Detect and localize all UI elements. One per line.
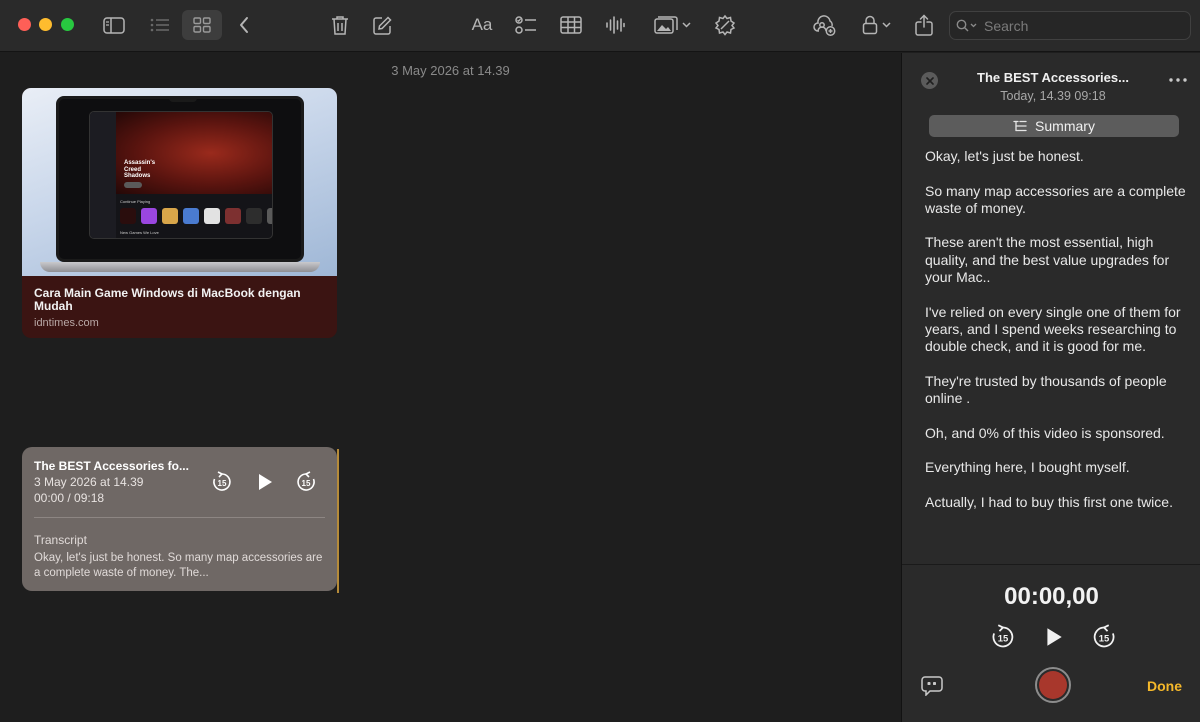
panel-skip-back-button[interactable]: 15: [989, 623, 1017, 651]
share-button[interactable]: [912, 10, 936, 40]
media-icon: [653, 16, 678, 34]
divider: [34, 517, 325, 518]
link-title: Cara Main Game Windows di MacBook dengan…: [34, 286, 301, 313]
recording-title: The BEST Accessories fo...: [34, 459, 189, 473]
new-note-button[interactable]: [370, 10, 394, 40]
checklist-button[interactable]: [513, 10, 539, 40]
back-icon: [240, 17, 248, 33]
recording-time: 00:00 / 09:18: [34, 491, 105, 505]
panel-subtitle: Today, 14.39 09:18: [1000, 89, 1106, 103]
audio-record-button[interactable]: [602, 10, 628, 40]
play-icon: [259, 474, 272, 490]
writing-tools-icon: [714, 14, 736, 36]
table-icon: [560, 16, 582, 34]
transcript-label: Transcript: [34, 533, 87, 547]
lock-icon: [862, 15, 877, 35]
checklist-icon: [515, 16, 536, 34]
svg-text:15: 15: [218, 479, 227, 488]
panel-play-button[interactable]: [1042, 625, 1066, 649]
more-options-button[interactable]: [1168, 73, 1188, 87]
audio-icon: [606, 16, 625, 34]
summary-icon: [1013, 120, 1027, 132]
search-field[interactable]: [949, 11, 1191, 40]
close-icon: [925, 76, 934, 85]
divider: [902, 564, 1200, 565]
list-view-icon: [150, 18, 169, 32]
skip-forward-button[interactable]: 15: [293, 469, 319, 495]
note-date-header: 3 May 2026 at 14.39: [391, 63, 510, 78]
skip-back-button[interactable]: 15: [209, 469, 235, 495]
compose-icon: [372, 15, 392, 35]
summary-button[interactable]: Summary: [929, 115, 1179, 137]
playback-timer: 00:00,00: [1004, 583, 1099, 610]
transcript-text: Okay, let's just be honest. So many map …: [925, 148, 1187, 546]
svg-text:15: 15: [302, 479, 311, 488]
zoom-window-button[interactable]: [61, 18, 74, 31]
list-view-button[interactable]: [146, 10, 174, 40]
record-icon: [1039, 671, 1067, 699]
link-domain: idntimes.com: [34, 317, 99, 329]
media-button[interactable]: [650, 10, 694, 40]
delete-button[interactable]: [328, 10, 352, 40]
chevron-down-icon: [681, 22, 691, 28]
sidebar-icon: [103, 16, 125, 34]
transcript-toggle-button[interactable]: [920, 674, 944, 698]
transcript-line: So many map accessories are a complete w…: [925, 182, 1186, 216]
svg-text:15: 15: [1099, 634, 1110, 645]
search-icon: [956, 19, 977, 31]
play-button[interactable]: [252, 469, 278, 495]
summary-label: Summary: [1035, 118, 1095, 134]
skip-back-15-icon: 15: [992, 624, 1014, 648]
link-thumbnail: Assassin's Creed Shadows Continue Playin…: [22, 88, 337, 276]
collaborate-button[interactable]: [812, 10, 838, 40]
link-preview-card[interactable]: Assassin's Creed Shadows Continue Playin…: [22, 88, 337, 338]
transcript-line: Oh, and 0% of this video is sponsored.: [925, 424, 1165, 441]
transcript-line: These aren't the most essential, high qu…: [925, 234, 1170, 286]
thumb-row-label-2: New Games We Love: [120, 230, 159, 235]
format-icon: Aa: [471, 15, 493, 34]
search-input[interactable]: [984, 17, 1184, 34]
hero-title: Assassin's Creed Shadows: [124, 160, 156, 180]
share-icon: [915, 14, 933, 36]
app-window-image: Assassin's Creed Shadows Continue Playin…: [89, 111, 273, 239]
trash-icon: [332, 16, 348, 35]
note-canvas[interactable]: 3 May 2026 at 14.39 Assassin's Creed Sha…: [0, 53, 901, 722]
lock-button[interactable]: [858, 10, 894, 40]
skip-forward-15-icon: 15: [1093, 624, 1115, 648]
skip-forward-15-icon: 15: [297, 471, 315, 491]
collaborate-icon: [813, 15, 836, 36]
transcript-preview: Okay, let's just be honest. So many map …: [34, 552, 323, 579]
back-button[interactable]: [234, 10, 254, 40]
record-button[interactable]: [1035, 667, 1071, 703]
svg-text:15: 15: [998, 634, 1009, 645]
transcript-line: Everything here, I bought myself.: [925, 459, 1130, 476]
thumb-row-label: Continue Playing: [120, 199, 151, 204]
chevron-down-icon: [881, 22, 891, 28]
done-button[interactable]: Done: [1147, 678, 1182, 694]
play-icon: [1047, 628, 1062, 646]
game-tiles: [120, 208, 272, 224]
table-button[interactable]: [558, 10, 584, 40]
writing-tools-button[interactable]: [712, 10, 738, 40]
transcript-line: I've relied on every single one of them …: [925, 303, 1181, 355]
close-panel-button[interactable]: [921, 72, 938, 89]
sidebar-toggle-button[interactable]: [100, 10, 128, 40]
panel-skip-forward-button[interactable]: 15: [1090, 623, 1118, 651]
quote-bubble-icon: [921, 676, 943, 696]
close-window-button[interactable]: [18, 18, 31, 31]
laptop-screen-image: Assassin's Creed Shadows Continue Playin…: [56, 96, 304, 262]
audio-recording-card[interactable]: The BEST Accessories fo... 3 May 2026 at…: [22, 447, 339, 593]
toolbar: Aa: [0, 0, 1200, 52]
minimize-window-button[interactable]: [39, 18, 52, 31]
audio-detail-panel: The BEST Accessories... Today, 14.39 09:…: [901, 53, 1200, 722]
panel-title: The BEST Accessories...: [977, 70, 1129, 85]
transcript-line: They're trusted by thousands of people o…: [925, 372, 1167, 407]
recording-date: 3 May 2026 at 14.39: [34, 475, 144, 489]
ellipsis-icon: [1169, 78, 1187, 82]
transcript-line: Okay, let's just be honest.: [925, 148, 1084, 164]
gallery-view-icon: [193, 17, 211, 33]
format-button[interactable]: Aa: [468, 10, 496, 40]
skip-back-15-icon: 15: [213, 471, 231, 491]
gallery-view-button[interactable]: [182, 10, 222, 40]
